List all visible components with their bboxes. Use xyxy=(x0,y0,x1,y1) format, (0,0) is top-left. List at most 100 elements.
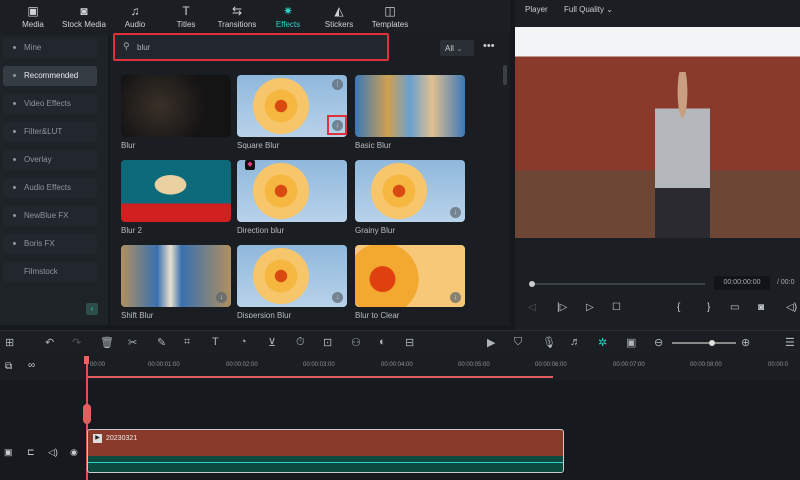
download-icon[interactable]: ↓ xyxy=(216,292,227,303)
video-preview xyxy=(515,27,800,238)
text-tool-icon[interactable]: T xyxy=(212,336,219,348)
folder-icon[interactable]: ⊏ xyxy=(27,447,35,458)
player-title: Player xyxy=(525,5,548,14)
display-icon[interactable]: ▭ xyxy=(730,302,739,313)
download-icon[interactable]: ↓ xyxy=(332,292,343,303)
nav-transitions[interactable]: ⇆ Transitions xyxy=(212,3,262,29)
progress-bar[interactable] xyxy=(535,283,705,285)
nav-titles[interactable]: T Titles xyxy=(161,3,211,29)
link-icon[interactable]: ∞ xyxy=(28,360,35,371)
total-time: / 00:0 xyxy=(777,279,795,286)
mark-out-icon[interactable]: } xyxy=(707,302,710,313)
download-icon[interactable]: ↓ xyxy=(450,292,461,303)
music-note-icon: ♫ xyxy=(130,4,140,18)
premium-gem-icon: ◆ xyxy=(245,160,255,170)
quality-dropdown[interactable]: Full Quality ⌄ xyxy=(564,5,613,14)
scrollbar[interactable] xyxy=(503,65,507,85)
effect-thumb-basic-blur[interactable] xyxy=(355,75,465,137)
pen-icon[interactable]: ✎ xyxy=(157,336,166,349)
zoom-out-icon[interactable]: ⊖ xyxy=(654,336,663,349)
mic-icon[interactable]: 🎙 xyxy=(542,336,556,349)
zoom-slider[interactable] xyxy=(672,340,736,346)
transition-icon: ⇆ xyxy=(231,4,243,18)
snap-icon[interactable]: ✲ xyxy=(598,336,607,349)
sidebar-item-filmstock[interactable]: Filmstock xyxy=(3,262,97,282)
more-options-icon[interactable]: ••• xyxy=(483,40,495,52)
marker-icon[interactable]: ⛉ xyxy=(514,336,522,349)
split-icon[interactable]: ⊟ xyxy=(405,336,414,349)
effect-thumb-direction-blur[interactable]: ◆ xyxy=(237,160,347,222)
render-bar xyxy=(87,376,553,378)
mask-icon[interactable]: ⊻ xyxy=(268,336,276,349)
current-time: 00:00:00:00 xyxy=(714,276,770,290)
download-icon: ↓ xyxy=(332,120,343,131)
effects-sidebar: Mine Recommended Video Effects Filter&LU… xyxy=(0,35,108,325)
sidebar-item-overlay[interactable]: Overlay xyxy=(3,150,97,170)
sidebar-item-filter-lut[interactable]: Filter&LUT xyxy=(3,122,97,142)
top-nav: ▣ Media ◙ Stock Media ♫ Audio T Titles ⇆ Tran… xyxy=(0,0,510,35)
volume-icon[interactable]: ◁) xyxy=(786,302,797,313)
undo-icon[interactable]: ↶ xyxy=(45,336,54,349)
download-icon[interactable]: ↓ xyxy=(450,207,461,218)
chevron-down-icon: ⌄ xyxy=(456,44,463,53)
timer-icon[interactable]: ⏱ xyxy=(296,336,305,349)
stop-icon[interactable]: ☐ xyxy=(612,302,621,313)
more-icon[interactable]: ⋮ xyxy=(332,79,343,90)
sparkle-icon: ✷ xyxy=(282,4,294,18)
redo-icon[interactable]: ↷ xyxy=(72,336,81,349)
mark-in-icon[interactable]: { xyxy=(677,302,680,313)
keyframe-icon[interactable]: ◐ xyxy=(379,336,386,348)
sidebar-item-audio-effects[interactable]: Audio Effects xyxy=(3,178,97,198)
nav-stickers[interactable]: ◭ Stickers xyxy=(314,3,364,29)
sidebar-item-newblue-fx[interactable]: NewBlue FX xyxy=(3,206,97,226)
effect-thumb-grainy-blur[interactable]: ↓ xyxy=(355,160,465,222)
crop-icon[interactable]: ⌗ xyxy=(184,336,190,349)
nav-stock-media[interactable]: ◙ Stock Media xyxy=(59,3,109,29)
play-icon[interactable]: ▷ xyxy=(586,302,594,313)
pip-icon[interactable]: ▣ xyxy=(626,336,636,349)
filter-dropdown[interactable]: All ⌄ xyxy=(440,40,474,56)
sidebar-item-boris-fx[interactable]: Boris FX xyxy=(3,234,97,254)
effect-thumb-dispersion-blur[interactable]: ↓ xyxy=(237,245,347,307)
nav-media[interactable]: ▣ Media xyxy=(8,3,58,29)
sticker-icon: ◭ xyxy=(334,4,344,18)
search-input[interactable]: ⚲ blur xyxy=(113,33,389,61)
video-clip[interactable]: ▶ 20230321 xyxy=(87,429,564,473)
sidebar-item-mine[interactable]: Mine xyxy=(3,38,97,58)
media-icon: ▣ xyxy=(27,4,39,18)
effect-thumb-shift-blur[interactable]: ↓ xyxy=(121,245,231,307)
effect-thumb-blur-2[interactable] xyxy=(121,160,231,222)
visibility-icon[interactable]: ◉ xyxy=(70,447,78,458)
add-track-icon[interactable]: ⧉ xyxy=(5,361,12,372)
mute-icon[interactable]: ◁) xyxy=(48,447,58,458)
fit-icon[interactable]: ⊡ xyxy=(323,336,332,349)
delete-icon[interactable]: 🗑 xyxy=(100,336,114,349)
menu-icon[interactable]: ☰ xyxy=(785,336,795,349)
color-icon[interactable]: ⚇ xyxy=(351,336,361,349)
prev-frame-icon[interactable]: ◁ xyxy=(528,302,536,313)
text-icon: T xyxy=(182,4,190,18)
audio-icon[interactable]: ♬ xyxy=(570,336,581,348)
search-icon: ⚲ xyxy=(123,41,130,51)
stock-media-icon: ◙ xyxy=(80,4,88,18)
zoom-in-icon[interactable]: ⊕ xyxy=(741,336,750,349)
download-button-highlighted[interactable]: ↓ xyxy=(327,115,347,135)
speed-icon[interactable]: ◔ xyxy=(240,336,247,348)
sidebar-item-recommended[interactable]: Recommended xyxy=(3,66,97,86)
nav-effects[interactable]: ✷ Effects xyxy=(263,3,313,29)
sidebar-item-video-effects[interactable]: Video Effects xyxy=(3,94,97,114)
layout-icon[interactable]: ⊞ xyxy=(5,336,14,349)
collapse-sidebar-button[interactable]: ‹ xyxy=(86,303,98,315)
play-frame-icon[interactable]: |▷ xyxy=(557,302,567,313)
camera-icon[interactable]: ◙ xyxy=(758,302,764,313)
template-icon: ◫ xyxy=(384,4,396,18)
nav-templates[interactable]: ◫ Templates xyxy=(365,3,415,29)
track-lock-icon[interactable]: ▣ xyxy=(4,447,13,458)
effect-thumb-blur-to-clear[interactable]: ↓ xyxy=(355,245,465,307)
nav-audio[interactable]: ♫ Audio xyxy=(110,3,160,29)
audio-waveform xyxy=(88,462,563,463)
cut-icon[interactable]: ✂ xyxy=(128,336,137,349)
render-icon[interactable]: ▶ xyxy=(487,336,495,349)
person-figure xyxy=(655,72,710,238)
effect-thumb-blur[interactable] xyxy=(121,75,231,137)
